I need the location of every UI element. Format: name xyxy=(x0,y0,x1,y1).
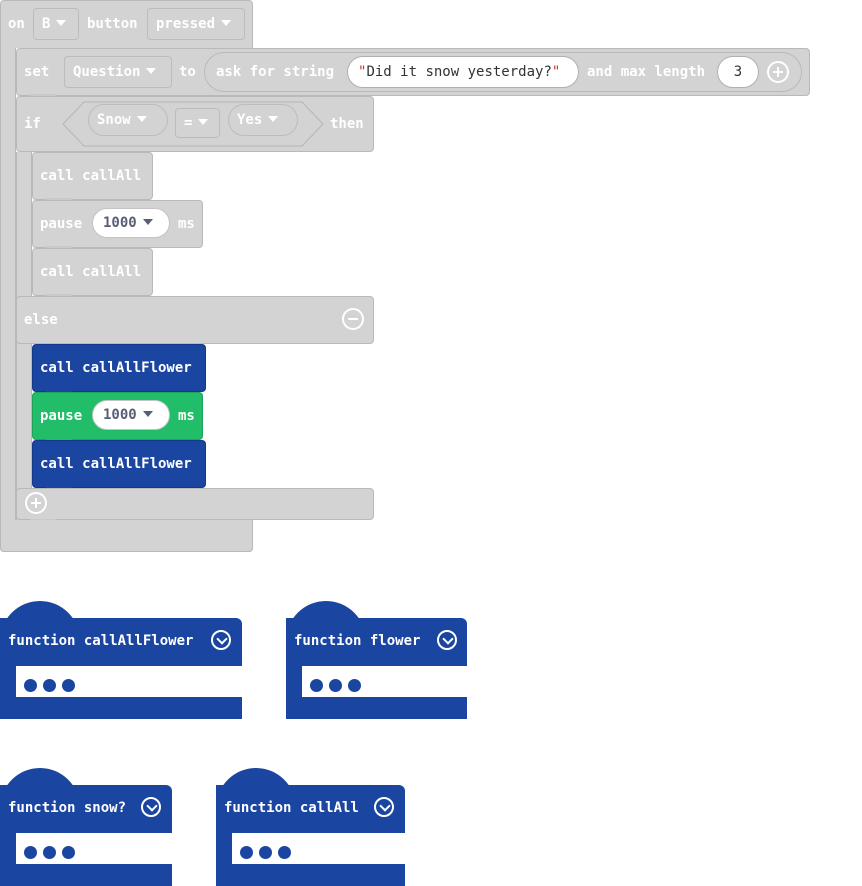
add-else-if-icon[interactable] xyxy=(25,492,47,514)
prompt-string-input[interactable]: "Did it snow yesterday?" xyxy=(347,56,579,88)
function-callAllFlower-block[interactable]: function callAllFlower xyxy=(0,601,242,719)
function-left-rail xyxy=(216,828,232,868)
call-callAll-label: call callAll xyxy=(40,168,142,184)
then-label: then xyxy=(330,116,364,132)
caret-down-icon xyxy=(198,119,209,125)
snow-variable-value: Snow xyxy=(97,112,131,128)
more-dots-icon[interactable] xyxy=(310,677,367,696)
function-title: function snow? xyxy=(8,800,127,816)
function-body-slot xyxy=(16,838,172,864)
caret-down-icon xyxy=(56,20,67,26)
function-footer xyxy=(0,697,242,719)
pause-label: pause xyxy=(40,216,83,232)
event-on-label: on xyxy=(8,16,25,32)
add-parameter-icon[interactable] xyxy=(767,61,789,83)
more-dots-icon[interactable] xyxy=(24,844,81,863)
ask-for-string-label: ask for string xyxy=(216,64,335,80)
snow-variable-dropdown[interactable]: Snow xyxy=(88,104,168,136)
function-callAll-block[interactable]: function callAll xyxy=(216,768,405,886)
function-left-rail xyxy=(0,661,16,701)
chevron-down-icon[interactable] xyxy=(437,630,457,650)
call-callAll-label: call callAll xyxy=(40,264,142,280)
and-max-length-label: and max length xyxy=(587,64,706,80)
pause-label: pause xyxy=(40,408,83,424)
set-label: set xyxy=(24,64,50,80)
call-callAllFlower-label: call callAllFlower xyxy=(40,360,192,376)
function-body-slot xyxy=(232,838,405,864)
max-length-input[interactable]: 3 xyxy=(717,56,759,88)
caret-down-icon xyxy=(142,219,153,225)
caret-down-icon xyxy=(142,411,153,417)
variable-dropdown-value: Question xyxy=(73,64,141,80)
button-dropdown[interactable]: B xyxy=(33,8,79,40)
ms-label: ms xyxy=(178,408,195,424)
more-dots-icon[interactable] xyxy=(24,677,81,696)
caret-down-icon xyxy=(136,116,147,122)
more-dots-icon[interactable] xyxy=(240,844,297,863)
else-label: else xyxy=(24,312,58,328)
chevron-down-icon[interactable] xyxy=(141,797,161,817)
event-button-label: button xyxy=(87,16,138,32)
prompt-string-value: Did it snow yesterday? xyxy=(366,64,552,80)
function-title: function callAllFlower xyxy=(8,633,194,649)
else-row[interactable] xyxy=(16,296,374,344)
yes-value: Yes xyxy=(237,112,263,128)
call-callAllFlower-label: call callAllFlower xyxy=(40,456,192,472)
pause-duration-dropdown[interactable]: 1000 xyxy=(92,208,170,238)
function-left-rail xyxy=(0,828,16,868)
if-label: if xyxy=(24,116,41,132)
chevron-down-icon[interactable] xyxy=(211,630,231,650)
caret-down-icon xyxy=(221,20,232,26)
pause-duration-value: 1000 xyxy=(103,407,137,423)
pause-duration-dropdown[interactable]: 1000 xyxy=(92,400,170,430)
function-footer xyxy=(286,697,467,719)
operator-value: = xyxy=(184,115,193,131)
function-body-slot xyxy=(16,671,242,697)
pause-duration-value: 1000 xyxy=(103,215,137,231)
action-dropdown-value: pressed xyxy=(156,16,216,32)
to-label: to xyxy=(179,64,196,80)
function-footer xyxy=(0,864,172,886)
function-footer xyxy=(216,864,405,886)
function-body-slot xyxy=(302,671,467,697)
function-left-rail xyxy=(286,661,302,701)
caret-down-icon xyxy=(146,68,157,74)
ms-label: ms xyxy=(178,216,195,232)
action-dropdown[interactable]: pressed xyxy=(147,8,245,40)
event-bottom-bar xyxy=(0,520,253,552)
function-title: function callAll xyxy=(224,800,359,816)
max-length-value: 3 xyxy=(733,64,743,80)
variable-dropdown[interactable]: Question xyxy=(64,56,172,88)
yes-value-dropdown[interactable]: Yes xyxy=(228,104,298,136)
if-bottom-bar xyxy=(16,488,374,520)
function-title: function flower xyxy=(294,633,421,649)
function-flower-block[interactable]: function flower xyxy=(286,601,467,719)
event-left-rail xyxy=(0,48,16,522)
caret-down-icon xyxy=(268,116,279,122)
operator-dropdown[interactable]: = xyxy=(175,108,220,138)
chevron-down-icon[interactable] xyxy=(374,797,394,817)
function-snow-block[interactable]: function snow? xyxy=(0,768,172,886)
button-dropdown-value: B xyxy=(42,16,51,32)
remove-else-icon[interactable] xyxy=(342,308,364,330)
